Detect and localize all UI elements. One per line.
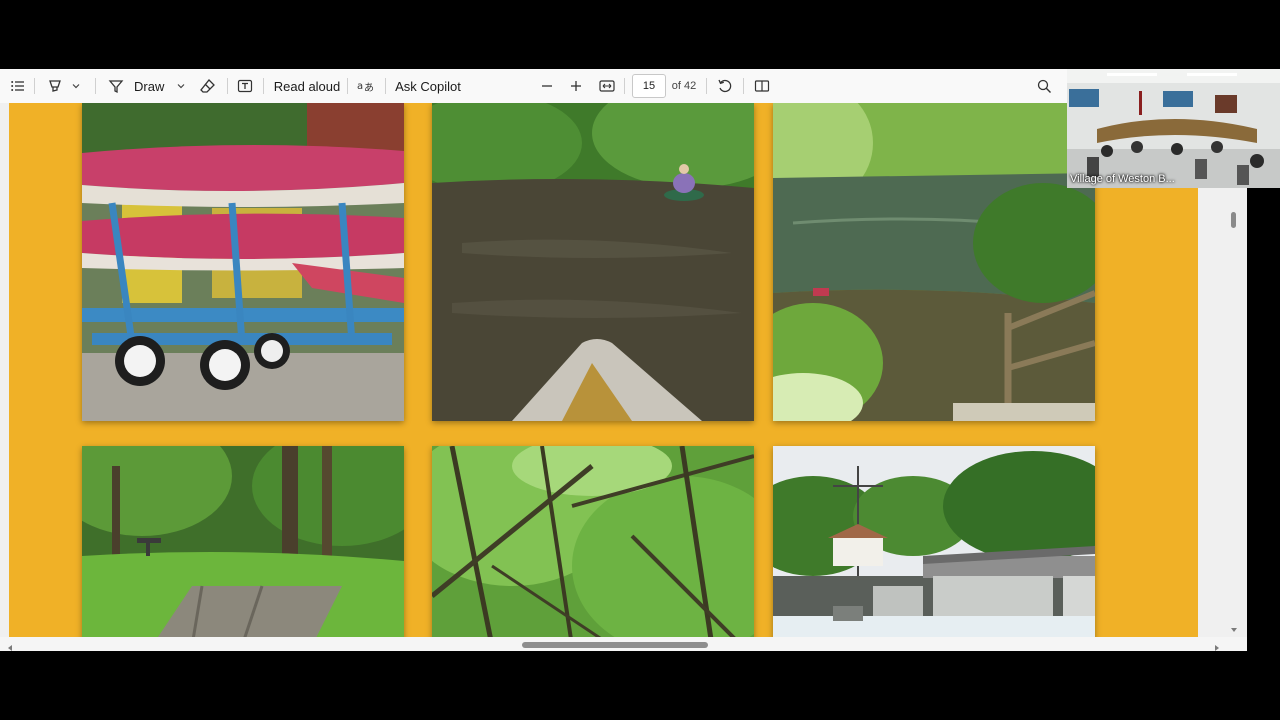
page-total-label: of 42	[671, 80, 697, 92]
photo-canoes-trailer	[82, 103, 404, 421]
photo-dam-bridge	[773, 446, 1095, 638]
toolbar-separator	[95, 78, 96, 94]
translate-icon[interactable]: aあ	[355, 69, 377, 103]
photo-picnic-woods	[82, 446, 404, 638]
search-icon[interactable]	[1033, 69, 1055, 103]
toolbar-separator	[624, 78, 625, 94]
svg-text:あ: あ	[364, 82, 374, 94]
draw-button[interactable]: Draw	[108, 69, 188, 103]
vertical-scrollbar-thumb[interactable]	[1231, 212, 1236, 228]
horizontal-scrollbar-thumb[interactable]	[522, 642, 708, 648]
zoom-out-icon[interactable]	[537, 69, 557, 103]
svg-text:a: a	[357, 81, 363, 92]
photo-river-bank	[773, 103, 1095, 421]
highlight-icon[interactable]	[44, 69, 66, 103]
eraser-icon[interactable]	[197, 69, 219, 103]
toolbar-separator	[706, 78, 707, 94]
participant-name-label: Village of Weston B...	[1070, 173, 1175, 185]
draw-icon	[108, 80, 124, 94]
zoom-in-icon[interactable]	[566, 69, 586, 103]
read-aloud-button[interactable]: Read aloud	[271, 69, 343, 103]
photo-forest-canopy	[432, 446, 754, 638]
toolbar-separator	[385, 78, 386, 94]
toolbar-separator	[34, 78, 35, 94]
pdf-page	[9, 103, 1198, 638]
ask-copilot-button[interactable]: Ask Copilot	[392, 69, 464, 103]
contents-icon[interactable]	[6, 69, 30, 103]
scroll-down-arrow-icon[interactable]	[1229, 622, 1239, 632]
fit-width-icon[interactable]	[597, 69, 617, 103]
toolbar-separator	[743, 78, 744, 94]
toolbar-separator	[227, 78, 228, 94]
text-box-icon[interactable]	[234, 69, 256, 103]
document-viewer[interactable]	[0, 103, 1247, 651]
meeting-room-video	[1067, 69, 1280, 188]
scroll-left-arrow-icon[interactable]	[5, 640, 15, 651]
video-participant-tile[interactable]: Village of Weston B...	[1067, 69, 1280, 188]
toolbar-separator	[263, 78, 264, 94]
page-number-input[interactable]: 15	[632, 74, 666, 98]
draw-label: Draw	[134, 78, 165, 94]
rotate-icon[interactable]	[714, 69, 736, 103]
scroll-right-arrow-icon[interactable]	[1212, 640, 1222, 651]
draw-chevron-down-icon	[177, 84, 185, 89]
page-view-icon[interactable]	[751, 69, 773, 103]
photo-kayak-river	[432, 103, 754, 421]
pdf-toolbar: Draw Read aloud aあ Ask Copilot 15 of 42	[0, 69, 1067, 104]
highlight-chevron-down-icon[interactable]	[68, 69, 84, 103]
toolbar-separator	[347, 78, 348, 94]
